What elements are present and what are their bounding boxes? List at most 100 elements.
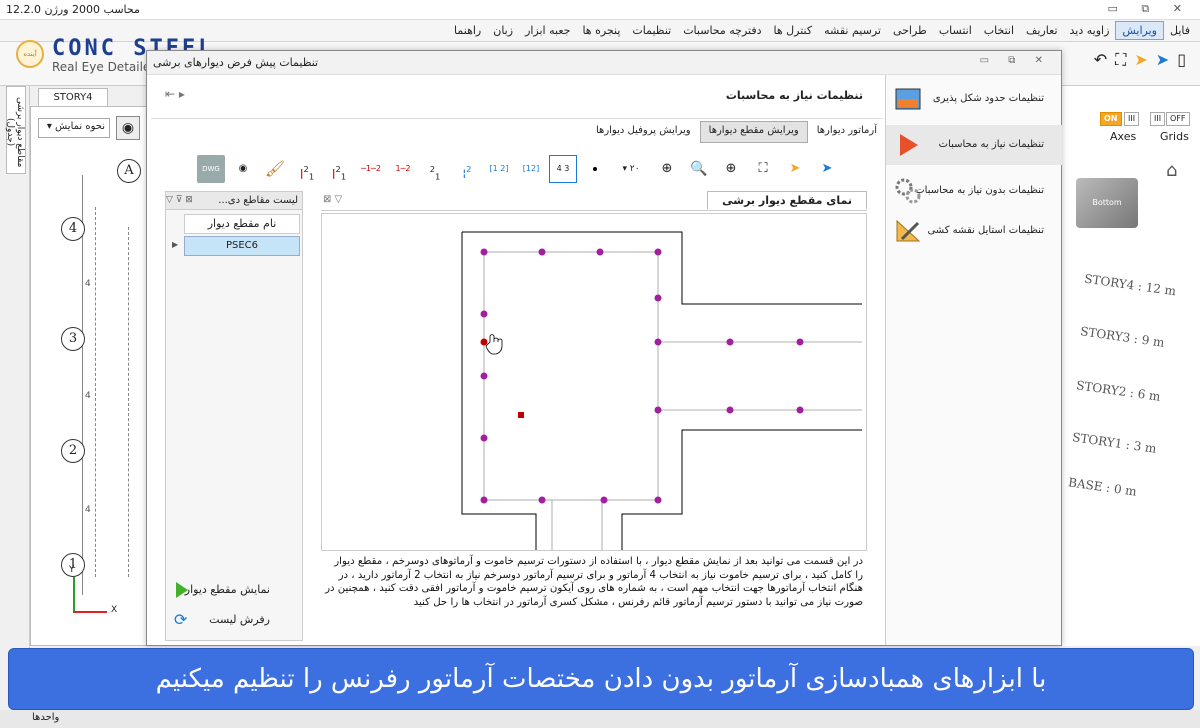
menu-settings[interactable]: تنظیمات — [626, 22, 677, 39]
rebar-point — [654, 338, 662, 346]
point-icon[interactable] — [581, 155, 609, 183]
drafting-icon — [896, 219, 921, 242]
window-buttons[interactable]: ▭ ⧉ ✕ — [1108, 2, 1192, 16]
setting-needs-calculation[interactable]: تنظیمات نیاز به محاسبات — [886, 125, 1062, 165]
rebar-tool-2-icon[interactable]: |21 — [325, 155, 353, 183]
wall-section-drawing[interactable] — [321, 213, 867, 551]
camera-icon[interactable]: ◉ — [116, 116, 140, 140]
pointer-blue-icon[interactable]: ➤ — [1156, 50, 1169, 70]
home-icon[interactable]: ⌂ — [1166, 160, 1177, 181]
panel-controls-icon[interactable]: ⊠ ▽ — [323, 194, 342, 205]
tie-vertical-icon[interactable]: ¦2 — [453, 155, 481, 183]
caption-banner: با ابزارهای همبادسازی آرماتور بدون دادن … — [8, 648, 1194, 710]
status-bar: واحدها — [0, 710, 1200, 728]
setting-no-calculation[interactable]: تنظیمات بدون نیاز به محاسبات — [886, 171, 1062, 211]
grid-bubble-3: 3 — [61, 327, 85, 351]
rebar-point — [726, 406, 734, 414]
dwg-export-button[interactable]: DWG — [197, 155, 225, 183]
grids-off-toggle[interactable]: OFF — [1166, 112, 1190, 126]
menu-design[interactable]: طراحی — [887, 22, 933, 39]
view-mode-select[interactable]: نحوه نمایش ▾ — [38, 118, 110, 138]
tab-edit-wall-section[interactable]: ویرایش مقطع دیوارها — [699, 121, 808, 143]
shear-wall-settings-dialog: تنظیمات پیش فرض دیوارهای برشی ▭ ⧉ ✕ تنظی… — [146, 50, 1062, 646]
axes-on-toggle[interactable]: ON — [1100, 112, 1122, 126]
title-bar: محاسب 2000 ورژن 12.2.0 ▭ ⧉ ✕ — [0, 0, 1200, 20]
view-cube[interactable]: Bottom — [1076, 178, 1138, 228]
menu-toolbox[interactable]: جعبه ابزار — [519, 22, 576, 39]
menu-help[interactable]: راهنما — [448, 22, 487, 39]
menu-language[interactable]: زبان — [487, 22, 519, 39]
pointer-orange-icon[interactable]: ➤ — [1134, 50, 1147, 70]
rebar-point — [480, 434, 488, 442]
wall-section-list-panel: لیست مقاطع دی... ⊠ ⊽ ▽ نام مقطع دیوار ▶ … — [165, 191, 303, 641]
page-icon[interactable]: ▯ — [1177, 50, 1186, 70]
pointer-blue-icon[interactable]: ➤ — [813, 155, 841, 183]
menu-file[interactable]: فایل — [1164, 22, 1196, 39]
rebar-point — [538, 496, 546, 504]
capture-icon[interactable]: ⛶ — [749, 155, 777, 183]
instructions-text: در این قسمت می توانید بعد از نمایش مقطع … — [325, 556, 863, 608]
rebar-point — [654, 248, 662, 256]
menu-drawing[interactable]: ترسیم نقشه — [818, 22, 887, 39]
menu-view-angle[interactable]: زاویه دید — [1064, 22, 1116, 39]
refresh-icon: ⟳ — [174, 610, 188, 629]
stirrup-icon[interactable]: 4 3 — [549, 155, 577, 183]
row-indicator-icon: ▶ — [172, 240, 179, 249]
refresh-list-button[interactable]: رفرش لیست — [168, 608, 300, 632]
dialog-title-bar: تنظیمات پیش فرض دیوارهای برشی ▭ ⧉ ✕ — [147, 51, 1061, 75]
image-icon — [895, 88, 921, 110]
menu-select[interactable]: انتخاب — [978, 22, 1020, 39]
brand-subtitle: Real Eye Detaile — [52, 60, 151, 74]
size-select[interactable]: ▾ ۲۰ — [613, 155, 649, 183]
grids-on-toggle[interactable]: III — [1150, 112, 1166, 126]
brush-icon[interactable]: 🖌 — [261, 155, 289, 183]
dimension-label: 4 — [85, 391, 91, 401]
zoom-extents-icon[interactable]: ⊕ — [653, 155, 681, 183]
menu-definitions[interactable]: تعاریف — [1020, 22, 1063, 39]
wall-outline — [462, 231, 862, 305]
list-item[interactable]: PSEC6 — [184, 236, 300, 256]
menu-calc-book[interactable]: دفترچه محاسبات — [677, 22, 767, 39]
plan-view[interactable]: A 4 3 2 1 4 4 4 Y X — [30, 106, 150, 646]
setting-drafting-style[interactable]: تنظیمات استایل نقشه کشی — [886, 211, 1062, 251]
cross-tie-icon[interactable]: 21 — [421, 155, 449, 183]
left-strip — [0, 86, 30, 706]
story-tab[interactable]: STORY4 — [38, 88, 108, 106]
tab-edit-wall-profile[interactable]: ویرایش پروفیل دیوارها — [587, 121, 700, 143]
dialog-window-buttons[interactable]: ▭ ⧉ ✕ — [980, 55, 1051, 66]
rebar-point — [480, 310, 488, 318]
content-heading: تنظیمات نیاز به محاسبات — [725, 89, 863, 102]
rebar-tool-1-icon[interactable]: |21 — [293, 155, 321, 183]
left-vertical-tab[interactable]: مقاطع دیوار برشی (جدول) — [5, 86, 26, 174]
axes-off-toggle[interactable]: III — [1124, 112, 1140, 126]
collapse-nav-icon[interactable]: ⇤ ▸ — [165, 87, 185, 101]
horizontal-rebar-1-icon[interactable]: ─1─2 — [357, 155, 385, 183]
zoom-icon[interactable]: 🔍 — [685, 155, 713, 183]
tie-horizontal-icon[interactable]: [1 2] — [485, 155, 513, 183]
menu-edit[interactable]: ویرایش — [1115, 21, 1164, 40]
pointer-orange-icon[interactable]: ➤ — [781, 155, 809, 183]
camera-icon[interactable]: ◉ — [229, 155, 257, 183]
undo-icon[interactable]: ↶ — [1094, 50, 1107, 70]
selected-rebar-point — [480, 338, 488, 346]
panel-controls-icon[interactable]: ⊠ ⊽ ▽ — [166, 192, 193, 209]
horizontal-rebar-2-icon[interactable]: 1─2 — [389, 155, 417, 183]
x-axis-label: X — [111, 605, 118, 615]
content-header: ⇤ ▸ تنظیمات نیاز به محاسبات — [151, 75, 883, 119]
menu-assign[interactable]: انتساب — [933, 22, 978, 39]
setting-ductility[interactable]: تنظیمات حدود شکل پذیری — [886, 79, 1062, 119]
section-canvas[interactable] — [322, 214, 866, 550]
dimension-label: 4 — [85, 279, 91, 289]
capture-icon[interactable]: ⛶ — [1115, 50, 1126, 70]
grid-bubble-4: 4 — [61, 217, 85, 241]
rebar-point — [480, 372, 488, 380]
menu-windows[interactable]: پنجره ها — [576, 22, 626, 39]
tab-wall-rebar[interactable]: آرماتور دیوارها — [808, 121, 886, 143]
y-axis-label: Y — [69, 565, 75, 575]
section-view-tab[interactable]: نمای مقطع دیوار برشی — [707, 191, 867, 209]
tie-horizontal-2-icon[interactable]: [12] — [517, 155, 545, 183]
rebar-point — [480, 248, 488, 256]
list-panel-header: لیست مقاطع دی... ⊠ ⊽ ▽ — [166, 192, 302, 210]
zoom-in-icon[interactable]: ⊕ — [717, 155, 745, 183]
menu-controls[interactable]: کنترل ها — [768, 22, 819, 39]
